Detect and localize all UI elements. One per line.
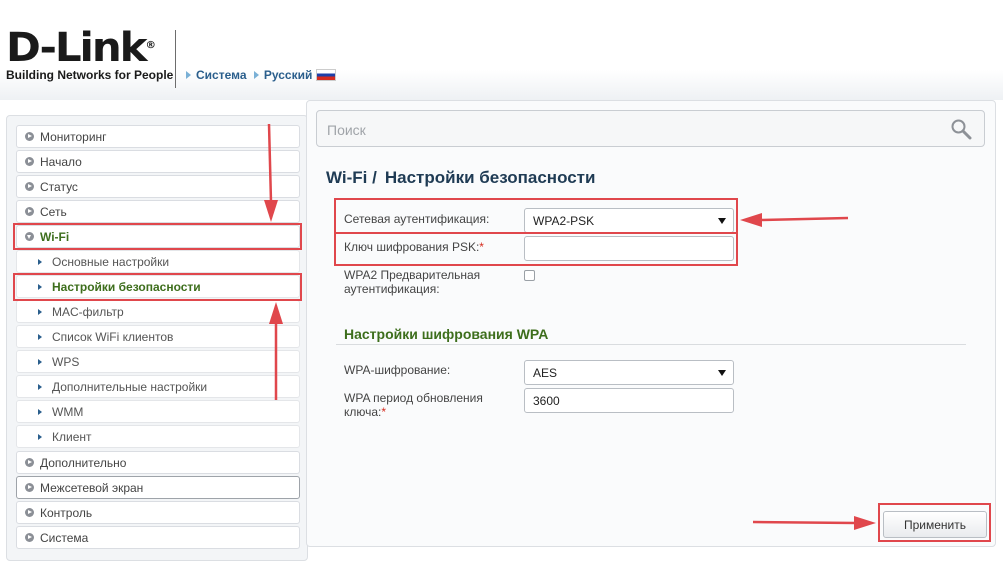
search-box [316,110,985,148]
sidebar-item-label: Мониторинг [40,129,107,144]
sidebar-subitem-basic-settings[interactable]: Основные настройки [16,250,300,273]
sidebar: Мониторинг Начало Статус Сеть Wi-Fi Осно… [6,115,308,561]
sidebar-item-firewall[interactable]: Межсетевой экран [16,476,300,499]
arrow-right-icon [38,283,42,290]
section-divider [336,344,966,345]
sidebar-subitem-label: Основные настройки [52,254,170,269]
wpa-encryption-label: WPA-шифрование: [344,363,451,377]
preauth-label-line2: аутентификация: [344,282,440,296]
bullet-icon [25,458,34,467]
sidebar-item-monitoring[interactable]: Мониторинг [16,125,300,148]
sidebar-item-wifi[interactable]: Wi-Fi [16,225,300,248]
wpa-encryption-value: AES [533,365,558,380]
bullet-icon [25,483,34,492]
sidebar-subitem-wps[interactable]: WPS [16,350,300,373]
russia-flag-icon [316,69,337,81]
arrow-right-icon [38,383,42,390]
bullet-icon [25,157,34,166]
required-mark: * [479,240,484,254]
sidebar-subitem-client[interactable]: Клиент [16,425,300,448]
top-nav: Система Русский [186,68,340,82]
sidebar-subitem-label: Дополнительные настройки [52,379,208,394]
sidebar-subitem-advanced-settings[interactable]: Дополнительные настройки [16,375,300,398]
sidebar-item-label: Межсетевой экран [40,480,144,495]
psk-key-input[interactable] [524,236,734,261]
sidebar-subitem-label: WMM [52,404,84,419]
sidebar-subitem-wifi-clients[interactable]: Список WiFi клиентов [16,325,300,348]
bullet-icon [25,508,34,517]
language-label: Русский [263,68,313,82]
sidebar-subitem-label: Список WiFi клиентов [52,329,174,344]
caret-down-icon [718,370,726,376]
arrow-right-icon [38,358,42,365]
header-separator [175,30,176,88]
bullet-icon [25,533,34,542]
apply-button[interactable]: Применить [883,511,987,538]
auth-label: Сетевая аутентификация: [344,212,490,226]
psk-label-text: Ключ шифрования PSK: [344,240,480,254]
triangle-right-icon [253,71,259,79]
sidebar-item-system[interactable]: Система [16,526,300,549]
sidebar-item-label: Система [40,530,89,545]
search-icon[interactable] [950,118,972,140]
bullet-icon [25,207,34,216]
sidebar-subitem-security-settings[interactable]: Настройки безопасности [16,275,300,298]
arrow-right-icon [38,258,42,265]
required-mark: * [381,405,387,419]
dlink-logo[interactable]: D-Link® Building Networks for People [6,28,173,82]
wpa-encryption-select[interactable]: AES [524,360,734,385]
chevron-down-icon [25,232,34,241]
auth-select-value: WPA2-PSK [533,213,595,228]
header: D-Link® Building Networks for People Сис… [0,0,1003,100]
psk-label: Ключ шифрования PSK:* [344,240,484,254]
bullet-icon [25,132,34,141]
sidebar-item-network[interactable]: Сеть [16,200,300,223]
sidebar-item-label: Начало [40,154,82,169]
key-period-label-line2-text: ключа: [344,405,382,419]
system-menu-link[interactable]: Система [186,68,247,82]
system-menu-label: Система [196,68,247,82]
search-input[interactable] [325,111,939,148]
sidebar-item-advanced[interactable]: Дополнительно [16,451,300,474]
auth-select[interactable]: WPA2-PSK [524,208,734,233]
caret-down-icon [718,218,726,224]
sidebar-item-label: Wi-Fi [40,229,70,244]
arrow-right-icon [38,308,42,315]
language-menu-link[interactable]: Русский [253,68,337,82]
sidebar-subitem-label: Клиент [52,429,92,444]
arrow-right-icon [38,333,42,340]
breadcrumb[interactable]: Wi-Fi / [326,168,377,187]
main-panel: Wi-Fi / Настройки безопасности Сетевая ау… [306,100,996,547]
page-title-text: Настройки безопасности [384,168,596,187]
bullet-icon [25,182,34,191]
sidebar-subitem-mac-filter[interactable]: MAC-фильтр [16,300,300,323]
key-period-label: WPA период обновления ключа:* [344,391,483,419]
sidebar-item-start[interactable]: Начало [16,150,300,173]
page-title: Wi-Fi / Настройки безопасности [326,168,595,188]
preauth-label-line1: WPA2 Предварительная [344,268,481,282]
sidebar-subitem-label: MAC-фильтр [52,304,124,319]
wpa-section-title: Настройки шифрования WPA [344,326,549,342]
sidebar-subitem-wmm[interactable]: WMM [16,400,300,423]
sidebar-item-label: Статус [40,179,78,194]
key-period-label-line1: WPA период обновления [344,391,483,405]
preauth-checkbox[interactable] [524,270,535,281]
sidebar-item-status[interactable]: Статус [16,175,300,198]
triangle-right-icon [186,71,191,79]
sidebar-item-label: Сеть [40,204,67,219]
sidebar-subitem-label: Настройки безопасности [52,279,201,294]
sidebar-subitem-label: WPS [52,354,80,369]
sidebar-item-control[interactable]: Контроль [16,501,300,524]
key-period-input[interactable] [524,388,734,413]
arrow-right-icon [38,433,42,440]
arrow-right-icon [38,408,42,415]
logo-text: D-Link [6,25,148,71]
key-period-label-line2: ключа:* [344,405,483,419]
sidebar-item-label: Дополнительно [40,455,127,470]
logo-registered-mark: ® [145,40,155,51]
preauth-label: WPA2 Предварительная аутентификация: [344,268,480,296]
sidebar-item-label: Контроль [40,505,93,520]
